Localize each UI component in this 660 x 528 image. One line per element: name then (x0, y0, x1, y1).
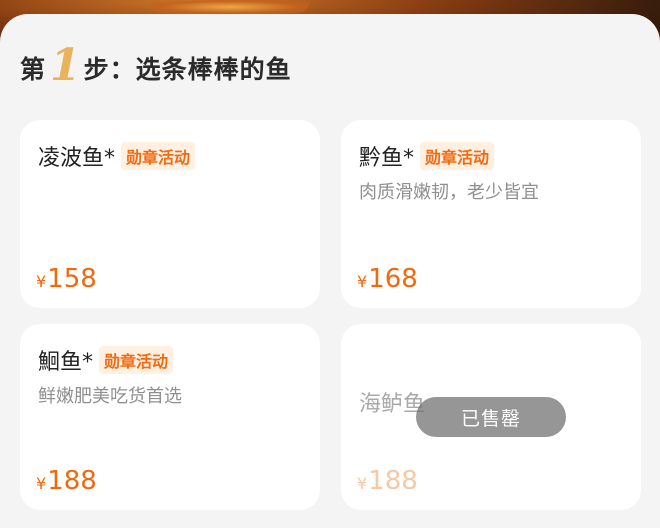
section-title: 第 1 步：选条棒棒的鱼 (20, 38, 292, 91)
currency-symbol: ¥ (357, 474, 368, 493)
medal-activity-badge: 勋章活动 (420, 142, 495, 170)
section-title-text: 步：选条棒棒的鱼 (83, 55, 292, 84)
fish-name: 鮰鱼* (38, 350, 94, 375)
price-amount: 188 (368, 466, 418, 496)
fish-card-hui[interactable]: 鮰鱼* 勋章活动 鲜嫩肥美吃货首选 ¥ 188 (20, 324, 320, 510)
fish-price: ¥ 188 (36, 466, 97, 496)
price-amount: 168 (368, 264, 418, 294)
sold-out-badge: 已售罄 (416, 397, 566, 437)
currency-symbol: ¥ (357, 272, 368, 291)
fish-name: 凌波鱼* (38, 146, 116, 171)
currency-symbol: ¥ (36, 474, 47, 493)
fish-name: 黔鱼* (359, 146, 415, 171)
fish-name: 海鲈鱼 (359, 392, 426, 417)
price-amount: 188 (47, 466, 97, 496)
fish-card-qian[interactable]: 黔鱼* 勋章活动 肉质滑嫩韧，老少皆宜 ¥ 168 (341, 120, 641, 308)
fish-description: 肉质滑嫩韧，老少皆宜 (359, 182, 539, 203)
medal-activity-badge: 勋章活动 (99, 346, 174, 374)
currency-symbol: ¥ (36, 272, 47, 291)
price-amount: 158 (47, 264, 97, 294)
step-number: 1 (50, 40, 82, 91)
fish-price: ¥ 168 (357, 264, 418, 294)
fish-description: 鲜嫩肥美吃货首选 (38, 386, 182, 407)
medal-activity-badge: 勋章活动 (121, 142, 196, 170)
fish-price: ¥ 158 (36, 264, 97, 294)
fish-card-sea-bass: 海鲈鱼 已售罄 ¥ 188 (341, 324, 641, 510)
fish-price: ¥ 188 (357, 466, 418, 496)
section-title-prefix: 第 (20, 55, 47, 84)
fish-card-lingbo[interactable]: 凌波鱼* 勋章活动 ¥ 158 (20, 120, 320, 308)
